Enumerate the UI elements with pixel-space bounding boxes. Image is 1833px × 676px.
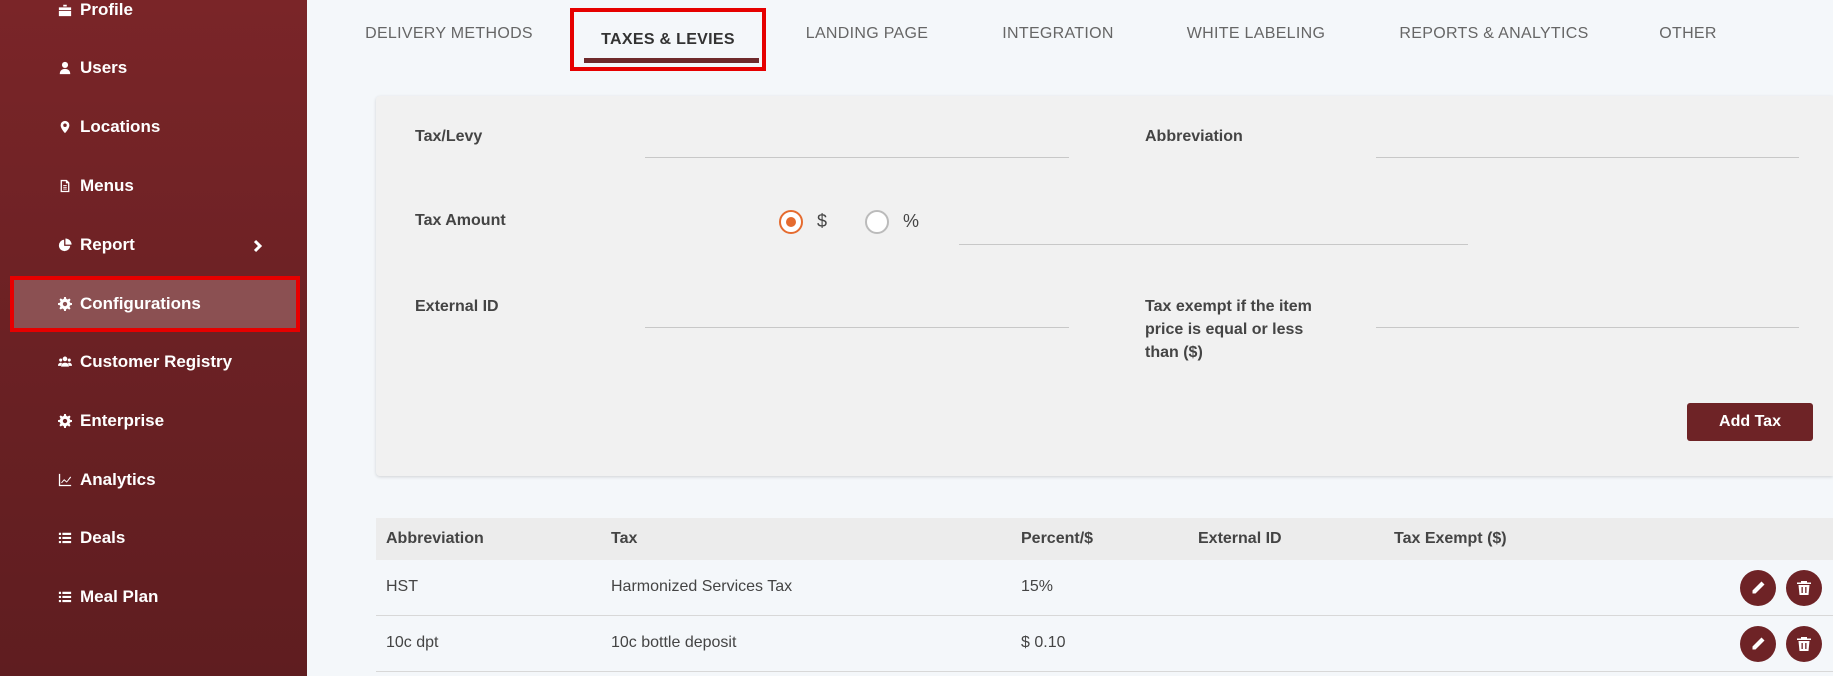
sidebar-item-analytics[interactable]: Analytics [0, 451, 307, 509]
abbreviation-label: Abbreviation [1145, 128, 1243, 145]
sidebar-item-customer-registry[interactable]: Customer Registry [0, 333, 307, 391]
map-pin-icon [56, 118, 74, 136]
delete-button[interactable] [1786, 626, 1822, 662]
tab-landing-page[interactable]: LANDING PAGE [797, 16, 937, 52]
list-icon [56, 588, 74, 606]
sidebar-item-label: Menus [80, 176, 134, 195]
row-amount: 15% [1021, 578, 1054, 595]
sidebar-item-label: Enterprise [80, 411, 165, 430]
document-icon [56, 177, 74, 195]
tax-levy-input[interactable] [645, 157, 1069, 158]
tab-integration[interactable]: INTEGRATION [993, 16, 1123, 52]
row-amount: $ 0.10 [1021, 634, 1066, 651]
trash-icon [1797, 581, 1811, 595]
sidebar-item-label: Meal Plan [80, 587, 159, 606]
delete-button[interactable] [1786, 570, 1822, 606]
percent-radio-label: % [903, 211, 920, 231]
users-icon [56, 353, 74, 371]
sidebar-item-enterprise[interactable]: Enterprise [0, 392, 307, 450]
abbreviation-input[interactable] [1376, 157, 1799, 158]
sidebar-item-report[interactable]: Report [0, 216, 307, 274]
dollar-radio[interactable] [779, 210, 803, 234]
tax-levy-label: Tax/Levy [415, 128, 483, 145]
briefcase-icon [56, 1, 74, 19]
sidebar-item-label: Configurations [80, 294, 201, 313]
tab-other[interactable]: OTHER [1650, 16, 1726, 52]
sidebar: Profile Users Locations Menus Report Con… [0, 0, 307, 676]
sidebar-item-users[interactable]: Users [0, 39, 307, 97]
line-chart-icon [56, 471, 74, 489]
row-tax: Harmonized Services Tax [611, 578, 793, 595]
sidebar-item-label: Users [80, 58, 128, 77]
tax-form-card [376, 96, 1833, 476]
row-abbreviation: 10c dpt [386, 634, 439, 651]
column-header-percent: Percent/$ [1021, 530, 1094, 547]
sidebar-item-label: Locations [80, 117, 161, 136]
percent-radio[interactable] [865, 210, 889, 234]
sidebar-item-locations[interactable]: Locations [0, 98, 307, 156]
tax-amount-input[interactable] [959, 244, 1468, 245]
gear-icon [56, 295, 74, 313]
edit-button[interactable] [1740, 626, 1776, 662]
add-tax-button[interactable]: Add Tax [1687, 403, 1813, 441]
gear-icon [56, 412, 74, 430]
sidebar-item-label: Customer Registry [80, 352, 233, 371]
row-abbreviation: HST [386, 578, 418, 595]
sidebar-item-configurations[interactable]: Configurations [10, 276, 300, 332]
tax-amount-label: Tax Amount [415, 212, 506, 229]
sidebar-item-label: Report [80, 235, 135, 254]
sidebar-item-label: Deals [80, 528, 126, 547]
column-header-tax: Tax [611, 530, 638, 547]
list-icon [56, 529, 74, 547]
tab-reports-analytics[interactable]: REPORTS & ANALYTICS [1391, 16, 1597, 52]
column-header-abbreviation: Abbreviation [386, 530, 484, 547]
table-row [376, 616, 1833, 672]
tab-white-labeling[interactable]: WHITE LABELING [1180, 16, 1332, 52]
sidebar-item-label: Profile [80, 0, 133, 19]
chevron-right-icon [251, 238, 265, 253]
tax-exempt-label: Tax exempt if the item price is equal or… [1145, 298, 1312, 361]
dollar-radio-label: $ [817, 211, 828, 231]
tax-exempt-input[interactable] [1376, 327, 1799, 328]
tab-delivery-methods[interactable]: DELIVERY METHODS [357, 16, 541, 52]
table-row [376, 560, 1833, 616]
pencil-icon [1752, 637, 1765, 650]
external-id-input[interactable] [645, 327, 1069, 328]
column-header-tax-exempt: Tax Exempt ($) [1394, 530, 1507, 547]
pie-chart-icon [56, 236, 74, 254]
row-tax: 10c bottle deposit [611, 634, 737, 651]
column-header-external-id: External ID [1198, 530, 1282, 547]
edit-button[interactable] [1740, 570, 1776, 606]
sidebar-item-deals[interactable]: Deals [0, 509, 307, 567]
pencil-icon [1752, 581, 1765, 594]
sidebar-item-label: Analytics [80, 470, 156, 489]
trash-icon [1797, 637, 1811, 651]
table-header [376, 518, 1833, 560]
tab-taxes-levies[interactable]: TAXES & LEVIES [570, 8, 766, 71]
sidebar-item-profile[interactable]: Profile [0, 0, 307, 39]
user-icon [56, 59, 74, 77]
sidebar-item-menus[interactable]: Menus [0, 157, 307, 215]
sidebar-item-meal-plan[interactable]: Meal Plan [0, 568, 307, 626]
external-id-label: External ID [415, 298, 499, 315]
